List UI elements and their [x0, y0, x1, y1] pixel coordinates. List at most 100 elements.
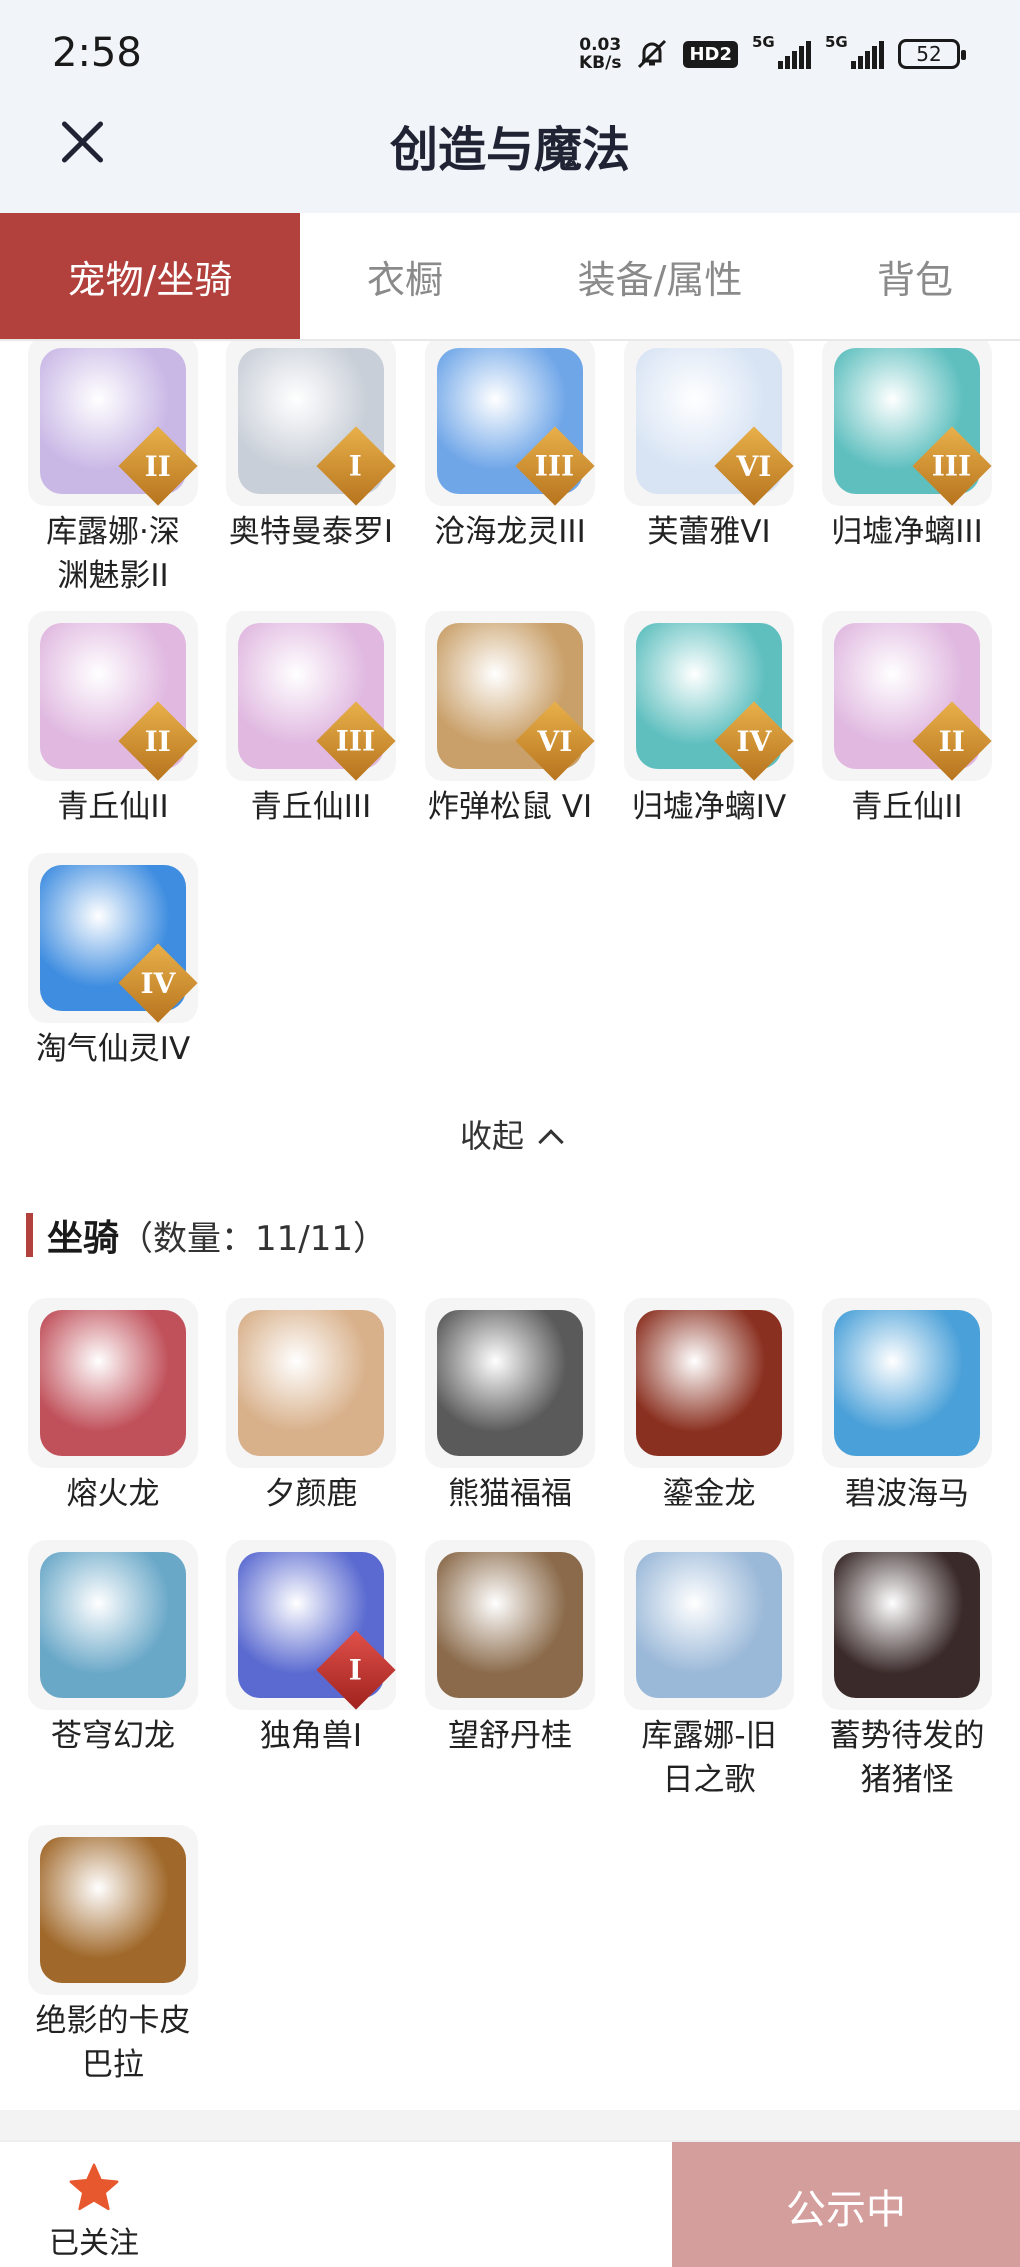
collapse-label: 收起 [459, 1117, 524, 1155]
level-badge-label: II [144, 449, 172, 483]
grid-item[interactable]: IV 归墟净螭IV [624, 611, 794, 829]
tab-pets-mounts[interactable]: 宠物/坐骑 [0, 213, 300, 339]
item-art [437, 1552, 583, 1698]
item-thumbnail [226, 1298, 396, 1468]
grid-item[interactable]: I 独角兽I [226, 1540, 396, 1758]
status-icons: 0.03 KB/s HD2 5G 5G 52 [579, 33, 966, 72]
level-badge-label: III [535, 449, 575, 483]
level-badge-label: III [932, 449, 972, 483]
item-thumbnail: VI [425, 611, 595, 781]
grid-item[interactable]: II 青丘仙II [822, 611, 992, 829]
item-name: 奥特曼泰罗I [228, 514, 394, 550]
item-name: 熔火龙 [66, 1476, 160, 1512]
item-name: 归墟净螭III [831, 514, 983, 550]
public-status-button[interactable]: 公示中 [672, 2142, 1020, 2267]
network-type-label: 5G [825, 33, 848, 51]
item-thumbnail [28, 1540, 198, 1710]
item-name: 青丘仙II [851, 789, 963, 825]
tab-backpack[interactable]: 背包 [810, 213, 1020, 339]
header-area: 2:58 0.03 KB/s HD2 5G 5G 52 创造与魔法 [0, 0, 1020, 213]
chevron-up-icon [538, 1129, 564, 1155]
grid-item[interactable]: 熔火龙 [28, 1298, 198, 1516]
item-name: 苍穹幻龙 [51, 1718, 175, 1754]
item-art [834, 1552, 980, 1698]
network-speed: 0.03 KB/s [579, 36, 621, 72]
item-name: 归墟净螭IV [631, 789, 787, 825]
grid-item[interactable]: IV 淘气仙灵IV [28, 853, 198, 1071]
level-badge-label: VI [736, 449, 772, 483]
item-art [40, 1552, 186, 1698]
item-thumbnail [822, 1540, 992, 1710]
item-name: 绝影的卡皮 巴拉 [35, 2003, 191, 2083]
tab-bar: 宠物/坐骑 衣橱 装备/属性 背包 [0, 213, 1020, 341]
content-area: II 库露娜·深 渊魅影II I 奥特曼泰罗I III 沧海龙灵III VI 芙蕾雅VI III… [0, 341, 1020, 2106]
item-art [636, 1310, 782, 1456]
grid-item[interactable]: I 奥特曼泰罗I [226, 341, 396, 554]
grid-item[interactable]: II 库露娜·深 渊魅影II [28, 341, 198, 598]
grid-item[interactable]: 蓄势待发的 猪猪怪 [822, 1540, 992, 1802]
collapse-button[interactable]: 收起 [0, 1111, 1020, 1157]
item-thumbnail: III [425, 341, 595, 506]
mute-bell-icon [638, 39, 667, 69]
level-badge-label: VI [537, 724, 573, 758]
item-name: 望舒丹桂 [448, 1718, 572, 1754]
item-art [437, 1310, 583, 1456]
tab-wardrobe[interactable]: 衣橱 [300, 213, 510, 339]
level-badge-label: II [938, 724, 966, 758]
item-name: 沧海龙灵III [434, 514, 586, 550]
item-art [40, 1837, 186, 1983]
item-name: 炸弹松鼠 VI [427, 789, 593, 825]
item-thumbnail: IV [624, 611, 794, 781]
item-name: 库露娜·深 渊魅影II [46, 514, 180, 594]
item-name: 鎏金龙 [662, 1476, 756, 1512]
item-thumbnail [822, 1298, 992, 1468]
grid-item[interactable]: 碧波海马 [822, 1298, 992, 1516]
item-name: 库露娜-旧 日之歌 [641, 1718, 777, 1798]
grid-item[interactable]: 苍穹幻龙 [28, 1540, 198, 1758]
item-name: 芙蕾雅VI [647, 514, 771, 550]
grid-item[interactable]: 库露娜-旧 日之歌 [624, 1540, 794, 1802]
grid-item[interactable]: 夕颜鹿 [226, 1298, 396, 1516]
grid-item[interactable]: III 沧海龙灵III [425, 341, 595, 554]
item-thumbnail: VI [624, 341, 794, 506]
item-thumbnail [624, 1540, 794, 1710]
section-accent-bar [26, 1213, 33, 1257]
hd-icon: HD2 [683, 40, 738, 68]
item-name: 青丘仙II [57, 789, 169, 825]
level-badge-label: II [144, 724, 172, 758]
status-bar: 2:58 0.03 KB/s HD2 5G 5G 52 [0, 0, 1020, 110]
item-thumbnail: II [822, 611, 992, 781]
item-thumbnail [425, 1540, 595, 1710]
follow-button[interactable]: 已关注 [44, 2160, 144, 2262]
item-art [40, 1310, 186, 1456]
grid-item[interactable]: 鎏金龙 [624, 1298, 794, 1516]
item-name: 蓄势待发的 猪猪怪 [829, 1718, 985, 1798]
section-count: （数量：11/11） [119, 1218, 387, 1259]
section-title: 坐骑 [47, 1218, 120, 1259]
network-speed-value: 0.03 [579, 35, 622, 55]
item-name: 碧波海马 [845, 1476, 969, 1512]
grid-item[interactable]: VI 炸弹松鼠 VI [425, 611, 595, 829]
grid-item[interactable]: 绝影的卡皮 巴拉 [28, 1825, 198, 2087]
level-badge-label: I [349, 1653, 363, 1687]
battery-level: 52 [916, 42, 942, 66]
item-name: 淘气仙灵IV [35, 1031, 191, 1067]
follow-label: 已关注 [49, 2226, 139, 2261]
item-thumbnail: II [28, 341, 198, 506]
section-divider [0, 2110, 1020, 2140]
grid-item[interactable]: III 青丘仙III [226, 611, 396, 829]
grid-item[interactable]: III 归墟净螭III [822, 341, 992, 554]
signal-icon: 5G [752, 33, 811, 69]
item-thumbnail: IV [28, 853, 198, 1023]
tab-equipment[interactable]: 装备/属性 [510, 213, 810, 339]
level-badge-label: IV [736, 724, 772, 758]
star-icon [69, 2163, 119, 2211]
status-time: 2:58 [52, 30, 142, 76]
grid-item[interactable]: VI 芙蕾雅VI [624, 341, 794, 554]
grid-item[interactable]: 熊猫福福 [425, 1298, 595, 1516]
network-speed-unit: KB/s [579, 53, 622, 73]
item-thumbnail: II [28, 611, 198, 781]
network-type-label: 5G [752, 33, 775, 51]
grid-item[interactable]: II 青丘仙II [28, 611, 198, 829]
grid-item[interactable]: 望舒丹桂 [425, 1540, 595, 1758]
